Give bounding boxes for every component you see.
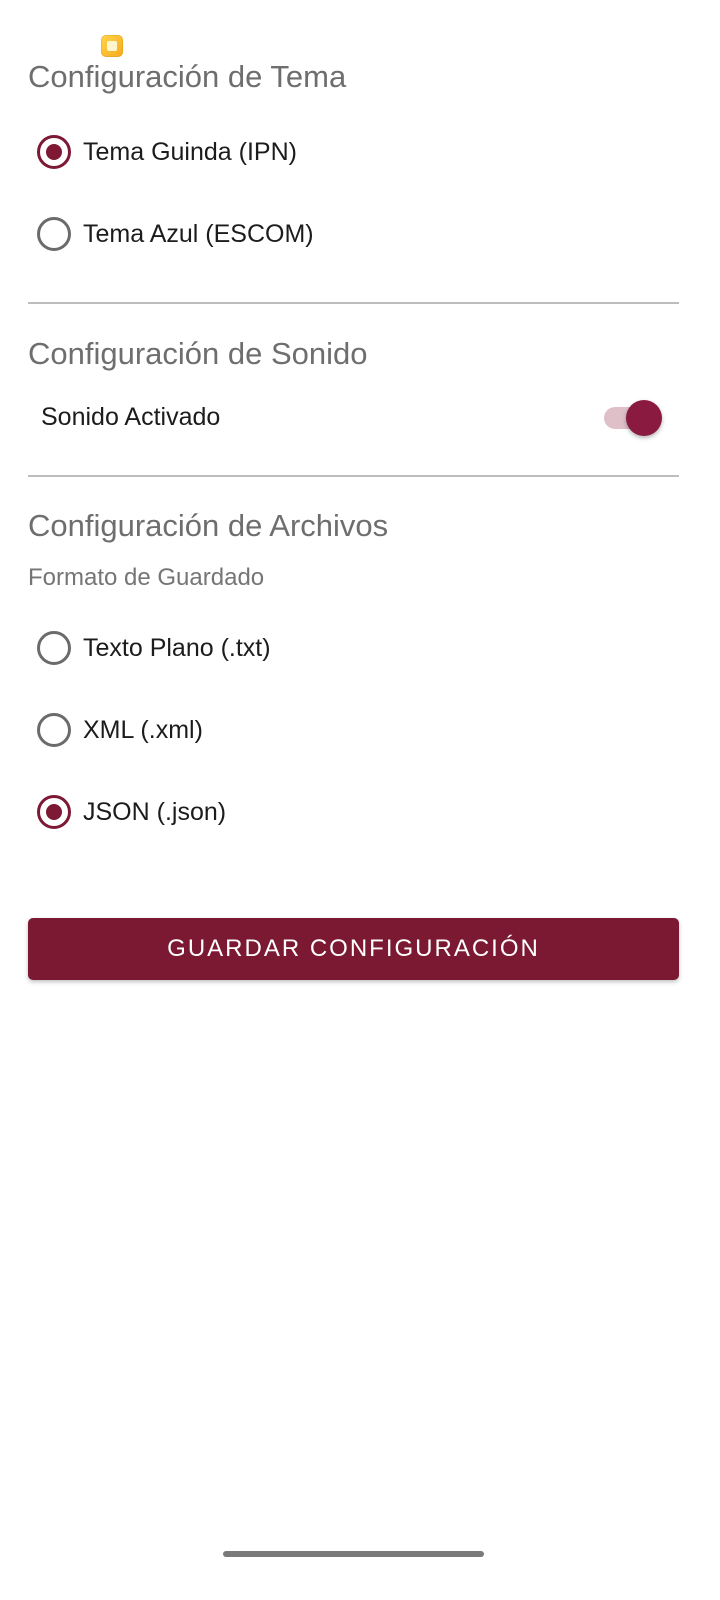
radio-button-unchecked-icon[interactable]: [37, 217, 71, 251]
radio-label: Tema Guinda (IPN): [83, 137, 297, 166]
sound-toggle-switch[interactable]: [604, 400, 662, 436]
radio-button-unchecked-icon[interactable]: [37, 631, 71, 665]
save-configuration-button[interactable]: GUARDAR CONFIGURACIÓN: [28, 918, 679, 980]
radio-theme-azul[interactable]: Tema Azul (ESCOM): [37, 214, 314, 254]
radio-button-unchecked-icon[interactable]: [37, 713, 71, 747]
radio-theme-guinda[interactable]: Tema Guinda (IPN): [37, 132, 297, 172]
divider: [28, 302, 679, 304]
radio-label: Texto Plano (.txt): [83, 633, 271, 662]
radio-button-checked-icon[interactable]: [37, 135, 71, 169]
radio-label: JSON (.json): [83, 797, 227, 826]
sound-toggle-label: Sonido Activado: [41, 403, 221, 431]
home-indicator[interactable]: [223, 1551, 484, 1557]
sound-section-title: Configuración de Sonido: [28, 336, 368, 371]
notification-app-icon: [101, 35, 123, 57]
files-section-title: Configuración de Archivos: [28, 508, 389, 543]
files-format-subtitle: Formato de Guardado: [28, 564, 265, 591]
radio-label: Tema Azul (ESCOM): [83, 219, 314, 248]
divider: [28, 475, 679, 477]
radio-label: XML (.xml): [83, 715, 203, 744]
radio-button-checked-icon[interactable]: [37, 795, 71, 829]
save-button-label: GUARDAR CONFIGURACIÓN: [167, 935, 540, 962]
radio-format-xml[interactable]: XML (.xml): [37, 710, 203, 750]
radio-format-json[interactable]: JSON (.json): [37, 792, 226, 832]
switch-thumb: [626, 400, 662, 436]
radio-format-txt[interactable]: Texto Plano (.txt): [37, 628, 271, 668]
theme-section-title: Configuración de Tema: [28, 59, 347, 94]
